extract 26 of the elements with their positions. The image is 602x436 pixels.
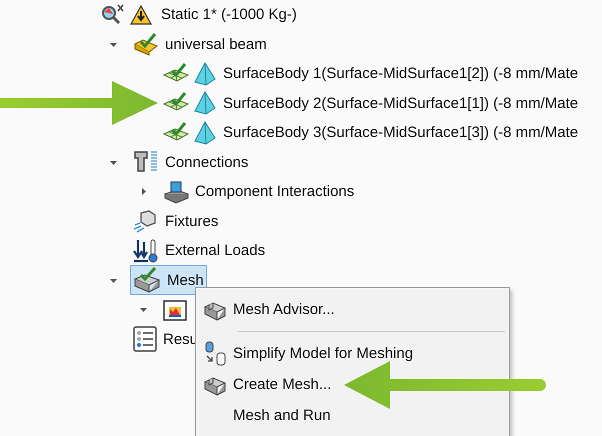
tree-item[interactable]: Connections [163,154,248,171]
collapse-icon[interactable] [139,305,148,314]
menu-item[interactable]: Simplify Model for Meshing [233,345,414,362]
folder-icon [163,298,187,321]
menu-item[interactable]: Mesh and Run [233,407,331,424]
expand-icon[interactable] [139,187,148,196]
tree-item[interactable]: Component Interactions [193,183,354,200]
tree-item[interactable]: SurfaceBody 2(Surface-MidSurface1[1]) (-8 mm/Mate [221,94,578,112]
results-list-icon [133,326,157,352]
load-icon [133,238,159,264]
simplify-icon [202,340,226,366]
interaction-icon [163,180,189,204]
pyramid-icon [193,91,217,116]
pyramid-icon [193,62,217,86]
tree-item[interactable]: SurfaceBody 3(Surface-MidSurface1[3]) (-8 mm/Mate [221,124,578,142]
tree-item[interactable]: SurfaceBody 1(Surface-MidSurface1[2]) (-8 mm/Mate [221,65,578,82]
menu-item[interactable]: Mesh Advisor... [233,301,335,318]
mesh-icon [133,267,161,294]
tree-item[interactable]: universal beam [163,36,267,53]
tree-item[interactable]: Fixtures [163,212,218,230]
study-icon [100,2,126,27]
part-check-icon [133,32,159,56]
menu-item[interactable]: Create Mesh... [233,376,332,393]
tree-item[interactable]: External Loads [163,242,266,260]
pyramid-icon [193,120,217,145]
tree-item[interactable]: Static 1* (-1000 Kg-) [159,6,297,24]
